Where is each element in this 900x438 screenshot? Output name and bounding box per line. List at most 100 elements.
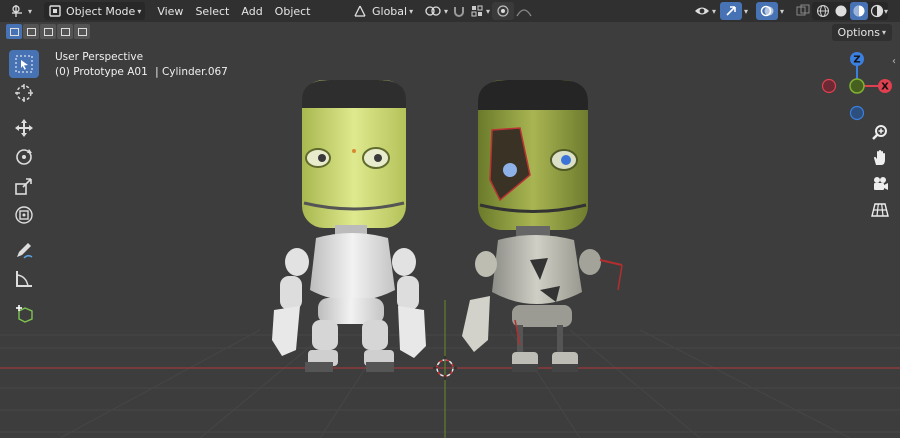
chevron-down-icon: ▾ — [486, 6, 491, 16]
neg-x-axis-handle[interactable] — [821, 78, 837, 94]
neg-z-axis-handle[interactable] — [849, 105, 865, 121]
overlays-icon — [760, 5, 774, 17]
tool-measure[interactable] — [9, 265, 39, 293]
character-right[interactable] — [462, 80, 623, 372]
solid-icon — [835, 5, 847, 17]
pivot-icon — [425, 6, 441, 16]
xray-icon — [796, 4, 810, 16]
select-mode-subtract-button[interactable] — [40, 24, 56, 39]
menu-add[interactable]: Add — [235, 5, 268, 18]
chevron-down-icon: ▾ — [137, 6, 142, 16]
zoom-button[interactable] — [869, 122, 891, 144]
menu-object[interactable]: Object — [269, 5, 317, 18]
select-subtract-icon — [43, 27, 53, 36]
mode-dropdown[interactable]: Object Mode ▾ — [44, 2, 146, 20]
falloff-curve-icon — [516, 9, 532, 17]
select-intersect-icon — [77, 27, 87, 36]
tool-move[interactable] — [9, 114, 39, 142]
proportional-edit-icon — [497, 5, 509, 17]
material-icon — [853, 5, 865, 17]
select-invert-icon — [60, 27, 70, 36]
tool-select-box[interactable] — [9, 50, 39, 78]
shading-material-button[interactable] — [850, 2, 868, 20]
select-box-icon — [15, 55, 33, 73]
shading-wireframe-button[interactable] — [814, 2, 832, 20]
menu-view[interactable]: View — [151, 5, 189, 18]
tool-shelf — [8, 50, 40, 329]
add-cube-icon — [16, 305, 33, 323]
sidebar-toggle-arrow[interactable]: ‹ — [892, 56, 896, 67]
floor-grid — [0, 329, 900, 438]
y-axis-handle[interactable] — [849, 78, 865, 94]
object-mode-icon — [49, 5, 61, 17]
orientation-dropdown[interactable]: Global ▾ — [348, 2, 417, 20]
eye-icon — [695, 7, 709, 15]
navigation-gizmo[interactable]: Z X — [818, 48, 898, 128]
scene-render — [0, 80, 900, 438]
select-mode-intersect-button[interactable] — [74, 24, 90, 39]
grid-icon — [871, 203, 889, 217]
annotate-icon — [17, 243, 33, 259]
ortho-toggle-button[interactable] — [869, 199, 891, 221]
chevron-down-icon: ▾ — [744, 6, 749, 16]
gizmo-dropdown[interactable]: ▾ — [738, 2, 752, 20]
pan-button[interactable] — [869, 147, 891, 169]
chevron-down-icon: ▾ — [28, 6, 33, 16]
select-mode-new-button[interactable] — [6, 24, 22, 39]
chevron-down-icon: ▾ — [712, 6, 717, 16]
select-mode-extend-button[interactable] — [23, 24, 39, 39]
select-extend-icon — [26, 27, 36, 36]
chevron-down-icon: ▾ — [780, 6, 785, 16]
snap-target-dropdown[interactable]: ▾ — [466, 2, 494, 20]
tool-cursor[interactable] — [9, 79, 39, 107]
transform-icon — [15, 206, 33, 224]
shading-dropdown[interactable]: ▾ — [878, 2, 892, 20]
xray-toggle[interactable] — [792, 2, 814, 20]
move-icon — [15, 119, 33, 137]
3d-viewport[interactable]: User Perspective (0) Prototype A01 | Cyl… — [0, 22, 900, 438]
viewport-header: ▾ Object Mode ▾ View Select Add Object G… — [0, 0, 900, 22]
z-axis-label: Z — [853, 55, 860, 66]
camera-view-button[interactable] — [869, 173, 891, 195]
select-new-icon — [9, 27, 19, 36]
measure-icon — [16, 271, 32, 287]
magnet-icon — [454, 7, 464, 17]
proportional-falloff-dropdown[interactable] — [512, 2, 536, 20]
mesh-name: | Cylinder.067 — [155, 66, 228, 78]
tool-scale[interactable] — [9, 172, 39, 200]
hand-icon — [874, 150, 885, 165]
menu-select[interactable]: Select — [189, 5, 235, 18]
select-mode-invert-button[interactable] — [57, 24, 73, 39]
zoom-icon — [872, 125, 887, 140]
tool-add-cube[interactable] — [9, 300, 39, 328]
viewport-icon — [12, 5, 22, 17]
tool-rotate[interactable] — [9, 143, 39, 171]
overlays-dropdown[interactable]: ▾ — [774, 2, 788, 20]
options-dropdown[interactable]: Options ▾ — [831, 24, 892, 41]
wireframe-icon — [816, 4, 830, 18]
chevron-down-icon: ▾ — [409, 6, 414, 16]
orientation-icon — [354, 5, 366, 17]
perspective-label: User Perspective — [55, 51, 144, 63]
options-label: Options — [837, 26, 880, 39]
object-name: (0) Prototype A01 — [55, 66, 148, 78]
selection-mode-group — [6, 24, 90, 39]
tool-annotate[interactable] — [9, 236, 39, 264]
x-axis-label: X — [881, 82, 889, 93]
shading-group — [812, 2, 888, 20]
scale-icon — [15, 178, 32, 195]
visibility-dropdown[interactable]: ▾ — [690, 2, 720, 20]
mode-label: Object Mode — [66, 4, 136, 18]
character-left[interactable] — [272, 80, 426, 372]
rotate-icon — [16, 149, 32, 165]
editor-type-button[interactable]: ▾ — [6, 2, 36, 20]
shading-solid-button[interactable] — [832, 2, 850, 20]
proportional-edit-toggle[interactable] — [492, 2, 514, 20]
tool-transform[interactable] — [9, 201, 39, 229]
cursor-icon — [15, 84, 33, 102]
chevron-down-icon: ▾ — [881, 28, 886, 37]
chevron-down-icon: ▾ — [884, 6, 889, 16]
snap-target-icon — [471, 5, 483, 17]
object-info-label: (0) Prototype A01 | Cylinder.067 — [55, 66, 228, 78]
camera-icon — [874, 177, 888, 190]
